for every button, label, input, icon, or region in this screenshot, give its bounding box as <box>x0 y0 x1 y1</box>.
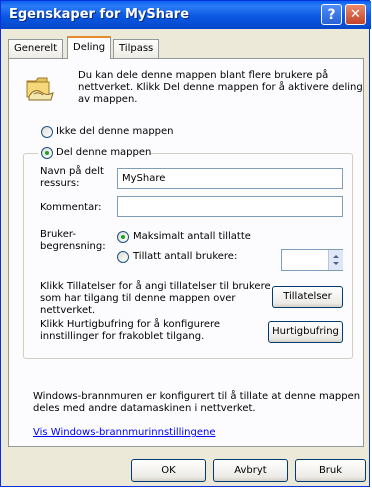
caching-text-2: innstillinger for frakoblet tilgang. <box>40 331 205 342</box>
share-name-input[interactable]: MyShare <box>117 168 343 189</box>
do-not-share-label[interactable]: Ikke del denne mappen <box>56 126 174 138</box>
permissions-text-1: Klikk Tillatelser for å angi tillatelser… <box>40 281 271 292</box>
max-allowed-label[interactable]: Maksimalt antall tillatte <box>133 231 251 243</box>
cancel-button[interactable]: Avbryt <box>213 459 288 482</box>
tab-tilpass[interactable]: Tilpass <box>113 39 160 58</box>
tab-label: Deling <box>73 42 106 53</box>
user-limit-label-2: begrensning: <box>40 241 106 252</box>
window-title: Egenskaper for MyShare <box>9 7 190 22</box>
close-icon: ✕ <box>350 7 361 22</box>
tab-label: Tilpass <box>119 43 154 54</box>
allow-users-label[interactable]: Tillatt antall brukere: <box>133 251 237 263</box>
share-this-folder-radio[interactable] <box>41 147 53 159</box>
firewall-settings-link[interactable]: Vis Windows-brannmurinnstillingene <box>33 427 216 439</box>
permissions-button[interactable]: Tillatelser <box>272 286 343 308</box>
tab-label: Generelt <box>14 43 58 54</box>
share-this-folder-label[interactable]: Del denne mappen <box>56 147 151 159</box>
shared-folder-icon <box>26 77 54 101</box>
permissions-text-3: nettverket. <box>40 305 96 316</box>
ok-button[interactable]: OK <box>131 459 206 482</box>
permissions-text-2: som har tilgang til denne mappen over <box>40 293 236 304</box>
tab-deling[interactable]: Deling <box>67 36 112 59</box>
properties-dialog: Egenskaper for MyShare ? ✕ Generelt Deli… <box>0 0 371 487</box>
tab-generelt[interactable]: Generelt <box>8 39 64 58</box>
do-not-share-radio[interactable] <box>41 126 53 138</box>
user-limit-label-1: Bruker- <box>40 229 76 240</box>
firewall-text-1: Windows-brannmuren er konfigurert til å … <box>33 391 361 402</box>
caching-text-1: Klikk Hurtigbufring for å konfigurere <box>40 319 221 330</box>
help-button[interactable]: ? <box>321 4 342 25</box>
caching-button[interactable]: Hurtigbufring <box>268 321 343 343</box>
intro-line-2: nettverket. Klikk Del denne mappen for å… <box>78 82 363 93</box>
help-icon: ? <box>327 7 336 23</box>
spinner-arrows-icon <box>333 255 339 265</box>
firewall-text-2: deles med andre datamaskinen i nettverke… <box>33 403 256 414</box>
comment-input[interactable] <box>117 196 343 217</box>
share-name-label-1: Navn på delt <box>40 166 104 177</box>
close-button[interactable]: ✕ <box>345 4 366 25</box>
title-bar[interactable]: Egenskaper for MyShare ? ✕ <box>1 1 371 29</box>
allow-users-radio[interactable] <box>117 251 129 263</box>
spinner-buttons[interactable] <box>328 250 343 270</box>
intro-line-3: av mappen. <box>78 94 138 105</box>
max-allowed-radio[interactable] <box>117 231 129 243</box>
comment-label: Kommentar: <box>40 202 102 213</box>
intro-line-1: Du kan dele denne mappen blant flere bru… <box>78 70 329 81</box>
apply-button[interactable]: Bruk <box>295 459 366 482</box>
share-name-label-2: ressurs: <box>40 178 80 189</box>
